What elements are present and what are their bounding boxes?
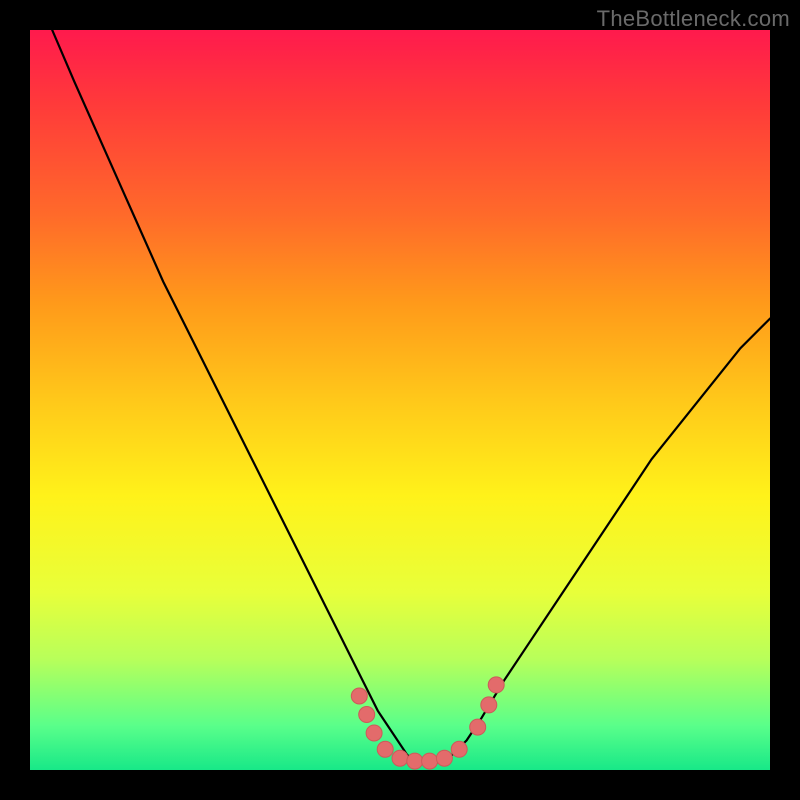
marker-dot <box>366 725 382 741</box>
marker-dot <box>351 688 367 704</box>
watermark-text: TheBottleneck.com <box>597 6 790 32</box>
marker-dot <box>422 753 438 769</box>
plot-area <box>30 30 770 770</box>
marker-dot <box>451 741 467 757</box>
marker-dot <box>470 719 486 735</box>
marker-dot <box>407 753 423 769</box>
marker-dot <box>436 750 452 766</box>
marker-dot <box>481 697 497 713</box>
optimal-zone-markers <box>351 677 504 769</box>
bottleneck-curve <box>52 30 770 763</box>
marker-dot <box>392 750 408 766</box>
outer-frame: TheBottleneck.com <box>0 0 800 800</box>
marker-dot <box>359 707 375 723</box>
marker-dot <box>377 741 393 757</box>
bottleneck-curve-svg <box>30 30 770 770</box>
marker-dot <box>488 677 504 693</box>
